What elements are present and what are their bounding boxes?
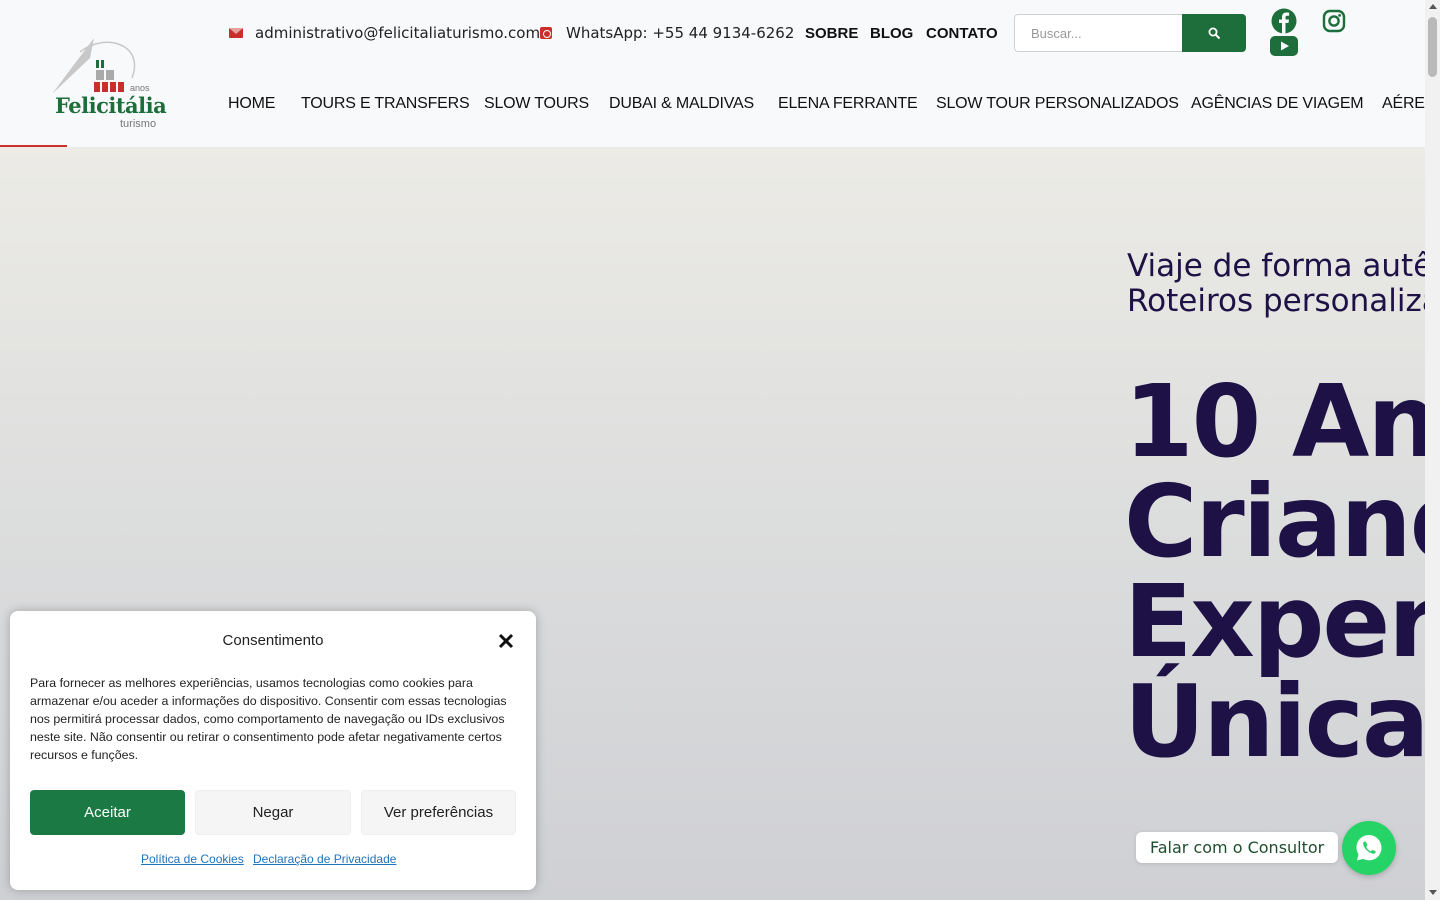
nav-slow-tours[interactable]: SLOW TOURS: [484, 95, 589, 113]
hero-subtitle-line2: Roteiros personalizados: [1127, 283, 1425, 319]
logo-anos: anos: [130, 83, 150, 93]
cookie-policy-link[interactable]: Política de Cookies: [141, 852, 244, 866]
scroll-down-arrow-icon[interactable]: [1429, 890, 1437, 895]
cookie-text: Para fornecer as melhores experiências, …: [30, 676, 507, 762]
toplink-contato[interactable]: CONTATO: [926, 25, 998, 42]
hero-title-line4: Únicas: [1124, 663, 1425, 780]
accept-button[interactable]: Aceitar: [30, 790, 185, 835]
whatsapp-widget-label[interactable]: Falar com o Consultor: [1136, 832, 1339, 863]
deny-button[interactable]: Negar: [195, 790, 351, 835]
email-link[interactable]: administrativo@felicitaliaturismo.com: [229, 24, 540, 42]
hero-subtitle-line1: Viaje de forma autêntica.: [1127, 248, 1425, 284]
youtube-icon[interactable]: [1270, 36, 1298, 56]
hero-title-line1: 10 Anos: [1124, 363, 1425, 480]
instagram-icon[interactable]: [1322, 9, 1346, 33]
nav-slow-tour-personalizados[interactable]: SLOW TOUR PERSONALIZADOS: [936, 95, 1179, 113]
search-form: [1014, 14, 1246, 52]
site-header: anos Felicitália turismo administrativo@…: [0, 0, 1425, 145]
nav-home[interactable]: HOME: [228, 95, 275, 113]
envelope-icon: [229, 28, 243, 38]
whatsapp-widget-button[interactable]: [1342, 821, 1396, 875]
email-text: administrativo@felicitaliaturismo.com: [255, 24, 541, 42]
scroll-up-arrow-icon[interactable]: [1429, 4, 1437, 9]
nav-dubai-maldivas[interactable]: DUBAI & MALDIVAS: [609, 95, 754, 113]
toplink-sobre[interactable]: SOBRE: [805, 25, 858, 42]
whatsapp-text: WhatsApp: +55 44 9134-6262: [566, 24, 795, 42]
close-icon[interactable]: [497, 632, 515, 650]
whatsapp-link[interactable]: WhatsApp: +55 44 9134-6262: [540, 24, 794, 42]
whatsapp-small-icon: [540, 27, 552, 39]
search-input[interactable]: [1015, 15, 1181, 51]
nav-elena-ferrante[interactable]: ELENA FERRANTE: [778, 95, 918, 113]
privacy-statement-link[interactable]: Declaração de Privacidade: [253, 852, 396, 866]
site-logo[interactable]: anos Felicitália turismo: [50, 36, 167, 134]
cookie-consent-dialog: Consentimento Para fornecer as melhores …: [10, 611, 536, 890]
hero-title-line3: Experiências: [1124, 563, 1425, 680]
hero-subtitle: Viaje de forma autêntica. Roteiros perso…: [1127, 249, 1425, 319]
hero-title: 10 Anos Criando Experiências Únicas: [1124, 372, 1425, 772]
preferences-button[interactable]: Ver preferências: [361, 790, 516, 835]
nav-agencias-de-viagem[interactable]: AGÊNCIAS DE VIAGEM: [1191, 95, 1364, 113]
facebook-icon[interactable]: [1271, 8, 1297, 34]
logo-subtitle: turismo: [120, 118, 157, 130]
search-icon: [1208, 27, 1220, 39]
page-scrollbar[interactable]: [1425, 0, 1440, 900]
nav-tours-transfers[interactable]: TOURS E TRANSFERS: [301, 95, 470, 113]
whatsapp-icon: [1356, 835, 1382, 861]
logo-name: Felicitália: [55, 93, 167, 118]
hero-title-line2: Criando: [1124, 463, 1425, 580]
nav-aereo[interactable]: AÉREO: [1382, 95, 1425, 113]
scrollbar-thumb[interactable]: [1428, 17, 1437, 77]
search-button[interactable]: [1182, 14, 1246, 52]
cookie-title: Consentimento: [222, 632, 324, 649]
toplink-blog[interactable]: BLOG: [870, 25, 913, 42]
